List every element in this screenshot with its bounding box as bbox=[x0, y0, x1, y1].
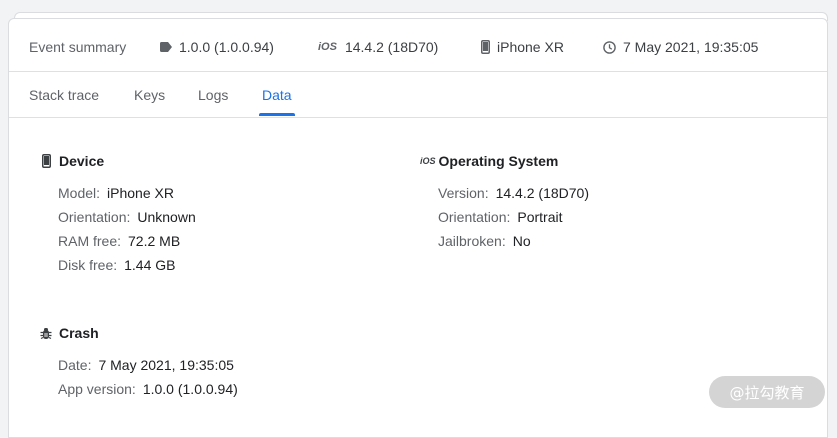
device-value: iPhone XR bbox=[497, 39, 564, 55]
phone-icon bbox=[39, 154, 53, 168]
watermark: @拉勾教育 bbox=[709, 376, 825, 408]
crash-row-app-version: App version: 1.0.0 (1.0.0.94) bbox=[58, 381, 238, 397]
device-title-text: Device bbox=[59, 153, 105, 169]
app-version-item: 1.0.0 (1.0.0.94) bbox=[160, 39, 274, 55]
tab-stack-trace[interactable]: Stack trace bbox=[29, 87, 99, 103]
phone-icon bbox=[481, 40, 490, 54]
event-summary-label: Event summary bbox=[29, 39, 127, 55]
os-row-version: Version: 14.4.2 (18D70) bbox=[438, 185, 589, 201]
os-version-item: iOS 14.4.2 (18D70) bbox=[318, 39, 438, 55]
device-section-title: Device bbox=[39, 153, 104, 169]
device-row-model: Model: iPhone XR bbox=[58, 185, 174, 201]
ios-icon: iOS bbox=[318, 41, 337, 53]
app-version-value: 1.0.0 (1.0.0.94) bbox=[179, 39, 274, 55]
crash-section-title: Crash bbox=[39, 325, 99, 341]
tab-bar: Stack trace Keys Logs Data bbox=[9, 72, 827, 118]
crash-title-text: Crash bbox=[59, 325, 99, 341]
tab-keys[interactable]: Keys bbox=[134, 87, 165, 103]
ios-icon: iOS bbox=[420, 156, 436, 166]
timestamp-value: 7 May 2021, 19:35:05 bbox=[623, 39, 759, 55]
device-row-disk: Disk free: 1.44 GB bbox=[58, 257, 176, 273]
event-card: Event summary 1.0.0 (1.0.0.94) iOS 14.4.… bbox=[8, 18, 828, 438]
os-row-orientation: Orientation: Portrait bbox=[438, 209, 563, 225]
device-row-ram: RAM free: 72.2 MB bbox=[58, 233, 181, 249]
os-version-value: 14.4.2 (18D70) bbox=[344, 39, 439, 55]
tab-data[interactable]: Data bbox=[262, 87, 292, 103]
device-row-orientation: Orientation: Unknown bbox=[58, 209, 196, 225]
crash-row-date: Date: 7 May 2021, 19:35:05 bbox=[58, 357, 234, 373]
event-summary-bar: Event summary 1.0.0 (1.0.0.94) iOS 14.4.… bbox=[9, 19, 827, 72]
device-item: iPhone XR bbox=[481, 39, 564, 55]
tag-icon bbox=[160, 42, 172, 52]
timestamp-item: 7 May 2021, 19:35:05 bbox=[603, 39, 758, 55]
bug-icon bbox=[39, 327, 53, 340]
os-title-text: Operating System bbox=[438, 153, 559, 169]
active-tab-indicator bbox=[259, 113, 295, 116]
tab-logs[interactable]: Logs bbox=[198, 87, 228, 103]
os-row-jailbroken: Jailbroken: No bbox=[438, 233, 531, 249]
os-section-title: iOS Operating System bbox=[420, 153, 558, 169]
clock-icon bbox=[603, 40, 616, 54]
